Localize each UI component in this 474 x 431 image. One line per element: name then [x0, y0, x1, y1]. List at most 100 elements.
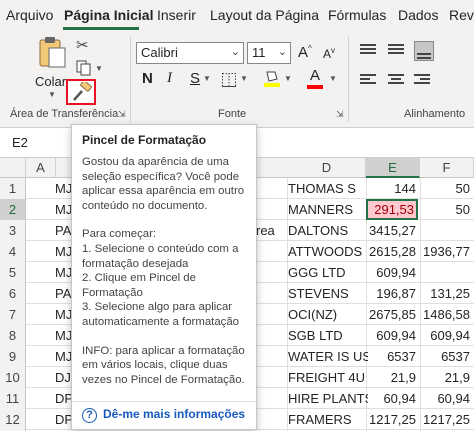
- cell-e[interactable]: 609,94: [366, 325, 418, 346]
- help-link[interactable]: ? Dê-me mais informações: [82, 407, 245, 423]
- row-number[interactable]: 5: [0, 262, 26, 283]
- cell-c[interactable]: [256, 283, 286, 304]
- borders-icon[interactable]: [222, 73, 236, 87]
- cell-f[interactable]: 6537: [420, 346, 472, 367]
- align-center-icon[interactable]: [388, 74, 404, 86]
- cell-d[interactable]: WATER IS US: [288, 346, 368, 367]
- cell-e[interactable]: 2615,28: [366, 241, 418, 262]
- cell-f[interactable]: 609,94: [420, 325, 472, 346]
- align-right-icon[interactable]: [414, 74, 430, 86]
- row-number[interactable]: 1: [0, 178, 26, 199]
- row-number[interactable]: 4: [0, 241, 26, 262]
- cell-f[interactable]: [420, 220, 472, 241]
- font-size-select[interactable]: 11 ⌄: [247, 42, 291, 64]
- menu-revisao[interactable]: Rev: [449, 7, 474, 23]
- align-left-icon[interactable]: [360, 74, 376, 86]
- cell-f[interactable]: 50: [420, 178, 472, 199]
- cell-d[interactable]: MANNERS: [288, 199, 368, 220]
- cell-e[interactable]: 1217,25: [366, 409, 418, 430]
- select-all-corner[interactable]: [0, 158, 26, 178]
- cell-c[interactable]: rea: [256, 220, 286, 241]
- cell-d[interactable]: SGB LTD: [288, 325, 368, 346]
- font-color-button[interactable]: A: [310, 67, 320, 84]
- increase-font-icon[interactable]: A^: [298, 44, 312, 61]
- cell-c[interactable]: [256, 178, 286, 199]
- cell-d[interactable]: OCI(NZ): [288, 304, 368, 325]
- cell-d[interactable]: FREIGHT 4U: [288, 367, 368, 388]
- cell-f[interactable]: [420, 262, 472, 283]
- cell-d[interactable]: THOMAS S: [288, 178, 368, 199]
- font-name-select[interactable]: Calibri ⌄: [136, 42, 244, 64]
- cell-c[interactable]: [256, 325, 286, 346]
- column-header-d[interactable]: D: [288, 158, 366, 178]
- font-color-chevron-icon[interactable]: ▼: [329, 74, 337, 83]
- align-bottom-icon[interactable]: [414, 41, 434, 61]
- cell-e[interactable]: 21,9: [366, 367, 418, 388]
- cut-icon[interactable]: ✂: [76, 36, 89, 54]
- cell-c[interactable]: [256, 346, 286, 367]
- cell-f[interactable]: 21,9: [420, 367, 472, 388]
- cell-e[interactable]: 60,94: [366, 388, 418, 409]
- cell-c[interactable]: [256, 199, 286, 220]
- cell-e[interactable]: 196,87: [366, 283, 418, 304]
- align-top-icon[interactable]: [360, 44, 376, 56]
- cell-d[interactable]: HIRE PLANTS: [288, 388, 368, 409]
- cell-f[interactable]: 131,25: [420, 283, 472, 304]
- fill-chevron-icon[interactable]: ▼: [284, 74, 292, 83]
- row-number[interactable]: 9: [0, 346, 26, 367]
- align-middle-icon[interactable]: [388, 44, 404, 56]
- cell-e[interactable]: 6537: [366, 346, 418, 367]
- cell-f[interactable]: 1936,77: [420, 241, 472, 262]
- menu-inserir[interactable]: Inserir: [157, 7, 196, 23]
- decrease-font-icon[interactable]: Av: [323, 46, 335, 61]
- cell-f[interactable]: 1217,25: [420, 409, 472, 430]
- cell-c[interactable]: [256, 304, 286, 325]
- italic-button[interactable]: I: [167, 70, 172, 87]
- row-number[interactable]: 2: [0, 199, 26, 220]
- row-number[interactable]: 11: [0, 388, 26, 409]
- borders-chevron-icon[interactable]: ▼: [240, 74, 248, 83]
- cell-f[interactable]: 50: [420, 199, 472, 220]
- row-number[interactable]: 3: [0, 220, 26, 241]
- fill-color-icon[interactable]: [263, 69, 281, 87]
- copy-icon[interactable]: [76, 60, 92, 76]
- cell-f[interactable]: 60,94: [420, 388, 472, 409]
- menu-pagina-inicial[interactable]: Página Inicial: [64, 7, 153, 23]
- copy-chevron-icon[interactable]: ▼: [95, 64, 103, 73]
- cell-d[interactable]: FRAMERS: [288, 409, 368, 430]
- row-number[interactable]: 10: [0, 367, 26, 388]
- cell-d[interactable]: ATTWOODS: [288, 241, 368, 262]
- cell-d[interactable]: DALTONS: [288, 220, 368, 241]
- cell-c[interactable]: [256, 262, 286, 283]
- column-header-f[interactable]: F: [420, 158, 474, 178]
- underline-button[interactable]: S: [190, 70, 200, 87]
- row-number[interactable]: 8: [0, 325, 26, 346]
- cell-d[interactable]: GGG LTD: [288, 262, 368, 283]
- cell-f[interactable]: 1486,58: [420, 304, 472, 325]
- cell-e[interactable]: 3415,27: [366, 220, 418, 241]
- menu-layout-da-pagina[interactable]: Layout da Página: [210, 7, 319, 23]
- cell-c[interactable]: [256, 409, 286, 430]
- column-header-e[interactable]: E: [366, 158, 420, 178]
- cell-c[interactable]: [256, 388, 286, 409]
- font-launcher-icon[interactable]: ⇲: [336, 109, 344, 120]
- chevron-down-icon[interactable]: ▼: [48, 90, 56, 99]
- row-number[interactable]: 12: [0, 409, 26, 430]
- cell-d[interactable]: STEVENS: [288, 283, 368, 304]
- cell-c[interactable]: [256, 367, 286, 388]
- row-number[interactable]: 6: [0, 283, 26, 304]
- menu-arquivo[interactable]: Arquivo: [6, 7, 53, 23]
- cell-e[interactable]: 2675,85: [366, 304, 418, 325]
- cell-e[interactable]: 144: [366, 178, 418, 199]
- bold-button[interactable]: N: [142, 70, 153, 87]
- row-number[interactable]: 7: [0, 304, 26, 325]
- format-painter-button[interactable]: [66, 79, 96, 105]
- column-header-a[interactable]: A: [26, 158, 56, 178]
- cell-c[interactable]: [256, 241, 286, 262]
- name-box[interactable]: E2: [6, 133, 72, 153]
- selected-cell-e2[interactable]: 291,53: [366, 199, 418, 220]
- underline-chevron-icon[interactable]: ▼: [203, 74, 211, 83]
- menu-dados[interactable]: Dados: [398, 7, 438, 23]
- menu-formulas[interactable]: Fórmulas: [328, 7, 386, 23]
- cell-e[interactable]: 609,94: [366, 262, 418, 283]
